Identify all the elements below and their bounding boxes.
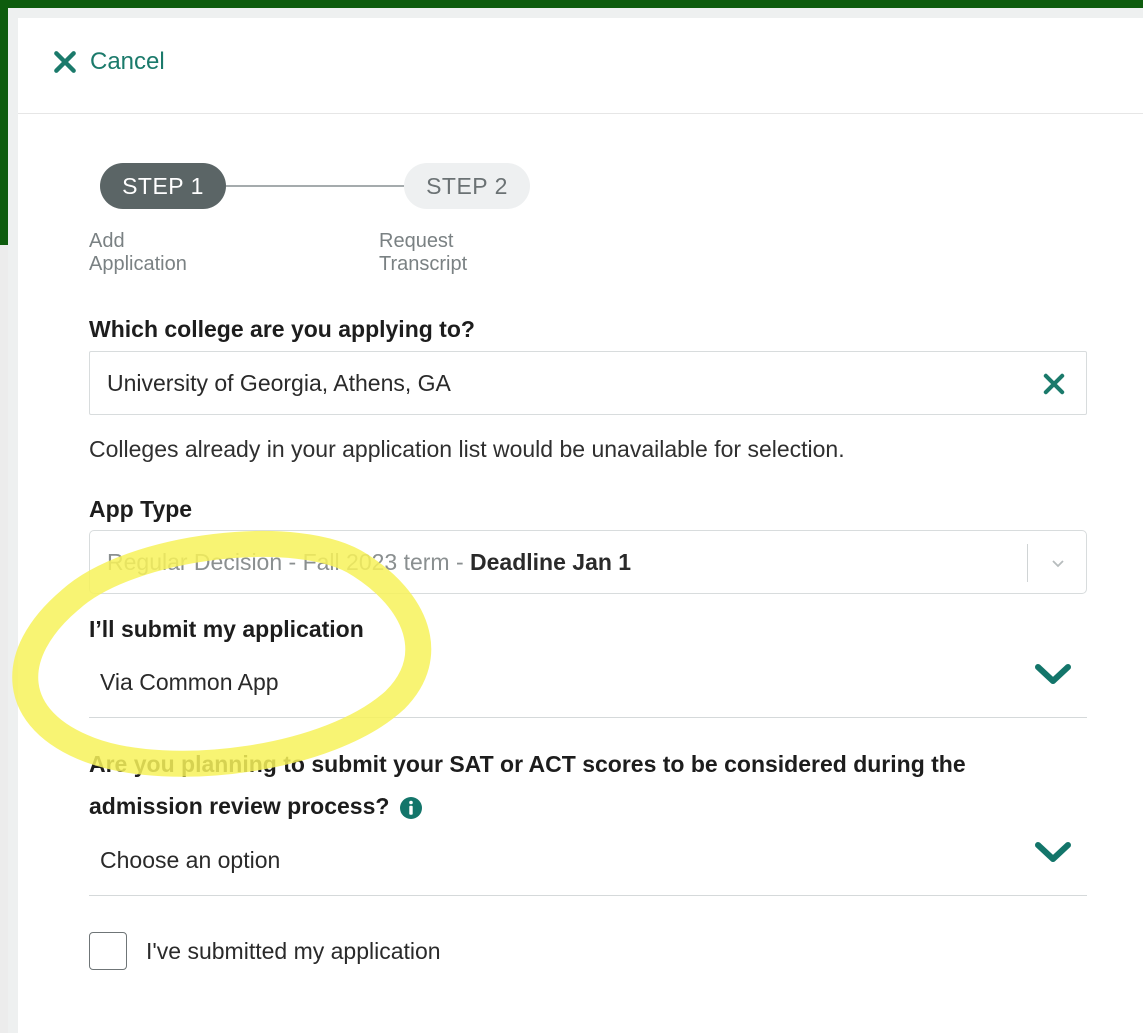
submit-via-label: I’ll submit my application	[89, 616, 364, 642]
submit-via-select[interactable]: Via Common App	[89, 646, 1087, 718]
app-type-select[interactable]: Regular Decision - Fall 2023 term - Dead…	[89, 530, 1087, 594]
college-question: Which college are you applying to?	[89, 316, 475, 342]
panel-header: Cancel	[18, 18, 1143, 114]
test-scores-question-line2-row: admission review process?	[89, 793, 423, 820]
submitted-checkbox[interactable]	[89, 932, 127, 970]
step-connector	[226, 185, 404, 187]
cancel-label: Cancel	[90, 48, 165, 75]
cancel-button[interactable]: Cancel	[52, 48, 165, 76]
step-1-pill: STEP 1	[100, 163, 226, 209]
app-type-value-prefix: Regular Decision - Fall 2023 term -	[107, 549, 471, 575]
select-separator	[1027, 544, 1028, 582]
submit-via-value: Via Common App	[100, 669, 279, 695]
app-type-value: Regular Decision - Fall 2023 term - Dead…	[107, 549, 631, 576]
close-icon	[54, 51, 76, 73]
step-2-caption: Request Transcript	[379, 230, 468, 275]
submitted-checkbox-label[interactable]: I've submitted my application	[146, 938, 441, 965]
chevron-down-icon	[1035, 842, 1071, 862]
college-input[interactable]: University of Georgia, Athens, GA	[89, 351, 1087, 415]
test-scores-select[interactable]: Choose an option	[89, 824, 1087, 896]
application-panel: Cancel STEP 1 STEP 2 Add Application Req…	[8, 8, 1143, 1033]
chevron-down-icon	[1035, 664, 1071, 684]
college-value: University of Georgia, Athens, GA	[107, 370, 451, 396]
app-type-deadline: Deadline Jan 1	[470, 549, 632, 575]
college-hint: Colleges already in your application lis…	[89, 436, 845, 462]
test-scores-value: Choose an option	[100, 847, 281, 873]
clear-icon[interactable]	[1040, 370, 1068, 398]
step-1-caption: Add Application	[89, 230, 187, 275]
test-scores-question-line2: admission review process?	[89, 793, 390, 819]
app-type-label: App Type	[89, 496, 193, 522]
background-strip	[0, 245, 8, 1033]
test-scores-question-line1: Are you planning to submit your SAT or A…	[89, 751, 966, 777]
info-icon[interactable]	[399, 796, 423, 820]
caret-down-icon[interactable]	[1048, 553, 1068, 573]
step-2-pill: STEP 2	[404, 163, 530, 209]
